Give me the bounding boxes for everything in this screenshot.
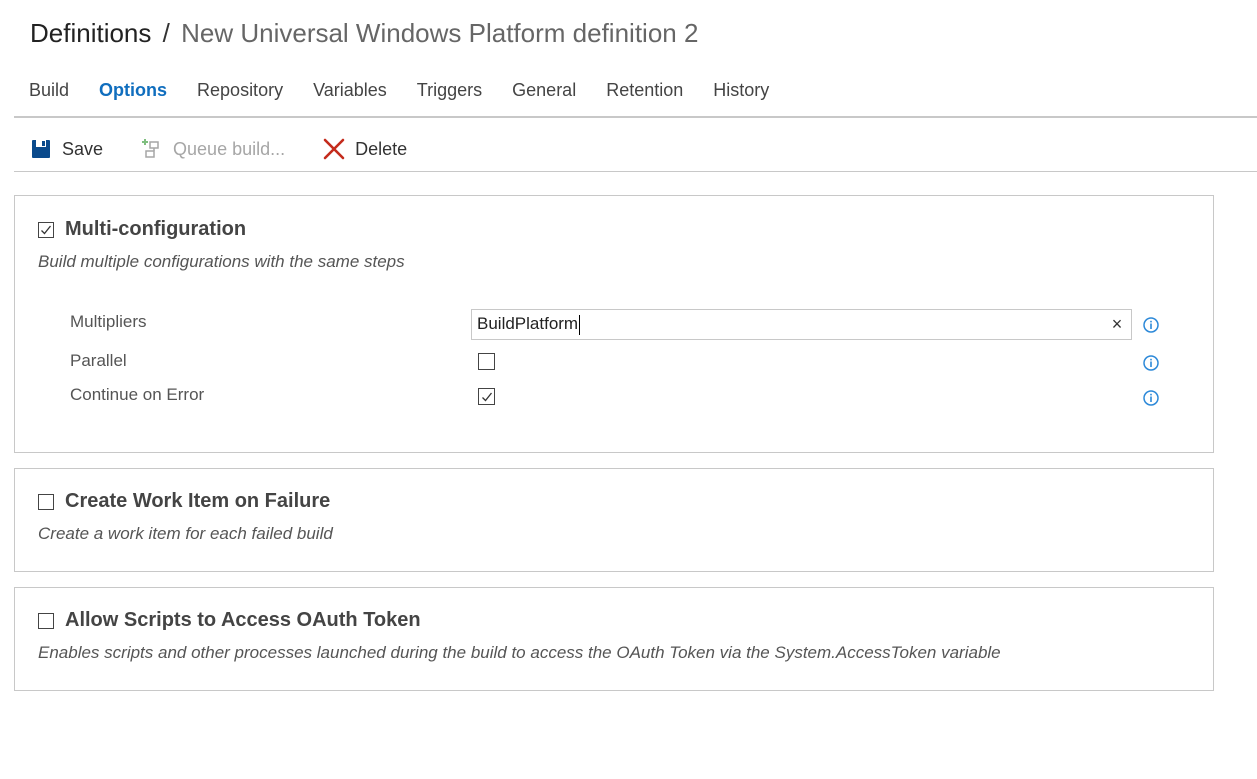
tab-retention[interactable]: Retention — [606, 80, 683, 101]
work-item-header: Create Work Item on Failure — [38, 490, 330, 513]
queue-build-label: Queue build... — [173, 138, 286, 159]
tab-repository[interactable]: Repository — [197, 80, 283, 101]
oauth-title: Allow Scripts to Access OAuth Token — [65, 609, 421, 631]
tab-variables[interactable]: Variables — [313, 80, 387, 101]
queue-build-button[interactable]: Queue build... — [141, 138, 285, 160]
oauth-description: Enables scripts and other processes laun… — [38, 643, 1001, 662]
tab-bar: Build Options Repository Variables Trigg… — [29, 80, 799, 101]
oauth-panel: Allow Scripts to Access OAuth Token Enab… — [14, 587, 1214, 691]
multipliers-label: Multipliers — [70, 312, 147, 331]
info-icon[interactable] — [1143, 317, 1159, 333]
save-icon — [30, 138, 52, 160]
delete-button[interactable]: Delete — [323, 138, 407, 160]
multi-configuration-title: Multi-configuration — [65, 218, 247, 240]
tab-triggers[interactable]: Triggers — [417, 80, 482, 101]
tab-history[interactable]: History — [713, 80, 769, 101]
parallel-label: Parallel — [70, 351, 127, 370]
tab-options[interactable]: Options — [99, 80, 167, 101]
queue-build-icon — [141, 138, 163, 160]
oauth-checkbox[interactable] — [38, 612, 54, 629]
work-item-checkbox[interactable] — [38, 493, 54, 510]
save-label: Save — [62, 138, 104, 159]
toolbar: Save Queue build... Delete — [30, 133, 445, 165]
multipliers-value: BuildPlatform — [477, 314, 579, 334]
breadcrumb-root[interactable]: Definitions — [30, 18, 151, 48]
work-item-title: Create Work Item on Failure — [65, 490, 331, 512]
save-button[interactable]: Save — [30, 138, 103, 160]
tab-divider — [14, 116, 1257, 118]
text-caret — [579, 314, 581, 335]
multi-configuration-header: Multi-configuration — [38, 218, 246, 241]
multi-configuration-checkbox[interactable] — [38, 221, 54, 238]
toolbar-divider — [14, 171, 1257, 172]
oauth-header: Allow Scripts to Access OAuth Token — [38, 609, 421, 632]
breadcrumb: Definitions / New Universal Windows Plat… — [30, 18, 698, 49]
parallel-checkbox[interactable] — [478, 353, 495, 370]
delete-icon — [323, 138, 345, 160]
delete-label: Delete — [355, 138, 408, 159]
multi-configuration-description: Build multiple configurations with the s… — [38, 252, 405, 271]
work-item-description: Create a work item for each failed build — [38, 524, 333, 543]
page-title: New Universal Windows Platform definitio… — [181, 18, 699, 48]
work-item-panel: Create Work Item on Failure Create a wor… — [14, 468, 1214, 572]
breadcrumb-separator: / — [162, 18, 170, 48]
info-icon[interactable] — [1143, 355, 1159, 371]
multipliers-input[interactable]: BuildPlatform × — [471, 309, 1132, 340]
clear-icon[interactable]: × — [1103, 314, 1131, 335]
multi-configuration-panel: Multi-configuration Build multiple confi… — [14, 195, 1214, 453]
tab-build[interactable]: Build — [29, 80, 69, 101]
continue-on-error-label: Continue on Error — [70, 385, 205, 404]
info-icon[interactable] — [1143, 390, 1159, 406]
continue-on-error-checkbox[interactable] — [478, 388, 495, 405]
tab-general[interactable]: General — [512, 80, 576, 101]
